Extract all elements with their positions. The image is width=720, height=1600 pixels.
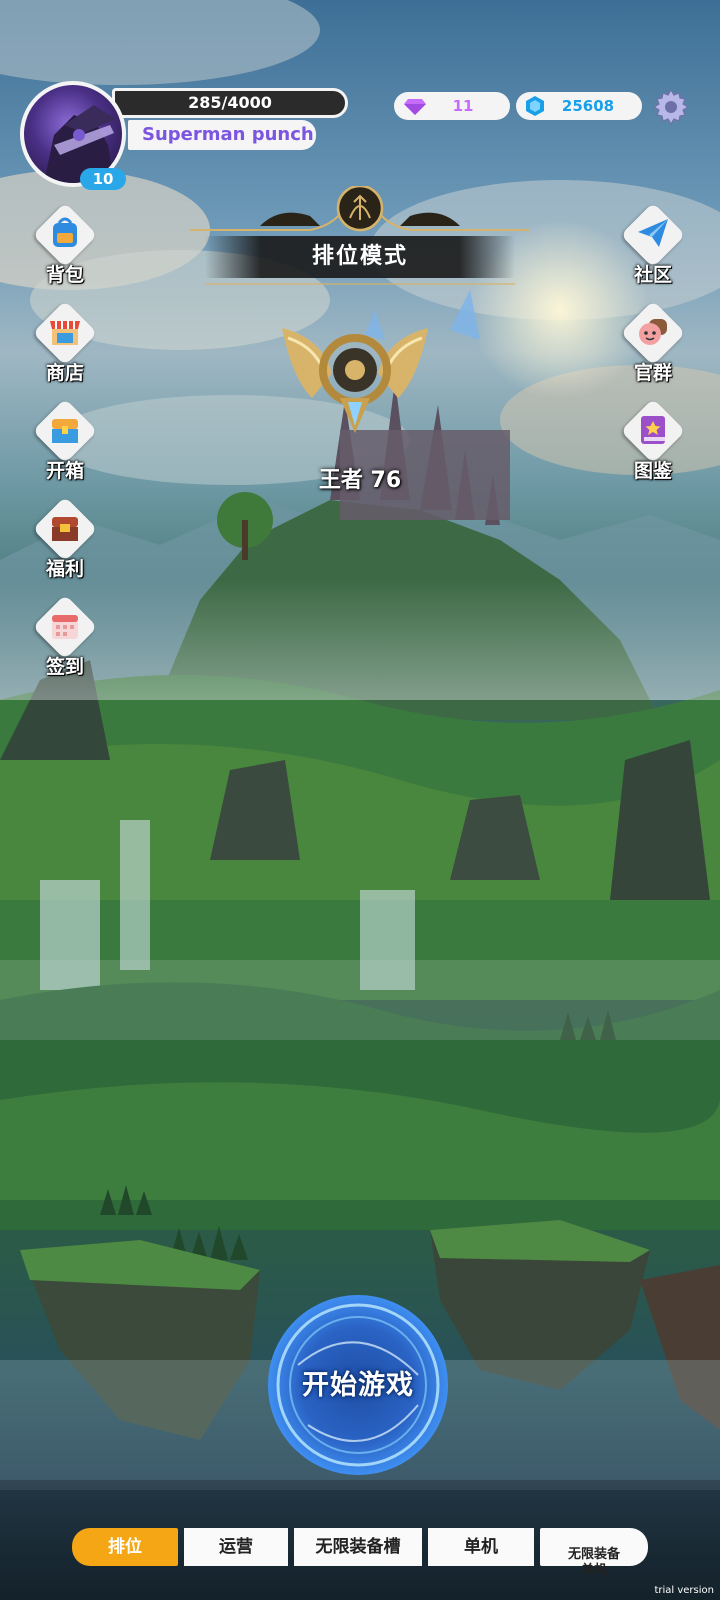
gift-chest-icon — [52, 517, 78, 541]
chest-icon — [52, 419, 78, 443]
mode-title: 排位模式 — [205, 236, 515, 278]
gem-icon — [404, 99, 426, 115]
tab-single-player-label: 单机 — [464, 1537, 498, 1557]
tab-operations[interactable]: 运营 — [184, 1528, 288, 1566]
menu-welfare-button[interactable]: 福利 — [30, 496, 100, 580]
crystal-currency[interactable]: 25608 — [516, 92, 642, 120]
crystal-count: 25608 — [561, 97, 615, 115]
shop-icon — [50, 321, 80, 345]
rank-text: 王者 76 — [318, 468, 402, 493]
player-name: Superman punch — [142, 124, 314, 145]
settings-gear-icon[interactable] — [652, 88, 690, 126]
menu-codex-button[interactable]: 图鉴 — [618, 398, 688, 482]
start-game-label: 开始游戏 — [302, 1370, 414, 1401]
gem-currency[interactable]: 11 — [394, 92, 510, 120]
menu-shop-label: 商店 — [45, 362, 84, 384]
group-icon — [639, 319, 667, 345]
menu-chest-button[interactable]: 开箱 — [30, 398, 100, 482]
menu-welfare-label: 福利 — [45, 558, 84, 580]
tab-ranked[interactable]: 排位 — [72, 1528, 178, 1566]
backpack-icon — [53, 217, 77, 247]
menu-official-group-label: 官群 — [633, 362, 672, 384]
tab-operations-label: 运营 — [219, 1537, 253, 1557]
paper-plane-icon — [638, 219, 668, 247]
book-icon — [641, 416, 665, 444]
menu-community-button[interactable]: 社区 — [618, 202, 688, 286]
player-level: 10 — [92, 170, 114, 188]
player-name-plate: Superman punch — [128, 120, 316, 150]
menu-shop-button[interactable]: 商店 — [30, 300, 100, 384]
trial-watermark: trial version — [654, 1585, 714, 1596]
start-game-button[interactable]: 开始游戏 — [268, 1295, 448, 1475]
tab-infinite-slots-label: 无限装备槽 — [315, 1537, 401, 1557]
calendar-icon — [52, 615, 78, 639]
tab-ranked-label: 排位 — [108, 1537, 142, 1557]
gem-count: 11 — [452, 97, 474, 115]
game-lobby-screen: 285/4000 Superman punch 10 11 25608 背包 商… — [0, 0, 720, 1600]
xp-progress-bar: 285/4000 — [112, 88, 348, 118]
tab-infinite-slots[interactable]: 无限装备槽 — [294, 1528, 422, 1566]
menu-checkin-button[interactable]: 签到 — [30, 594, 100, 678]
tab-single-player[interactable]: 单机 — [428, 1528, 534, 1566]
menu-codex-label: 图鉴 — [633, 460, 672, 482]
menu-backpack-button[interactable]: 背包 — [30, 202, 100, 286]
tab-infinite-single[interactable]: 无限装备 单机 — [540, 1528, 648, 1578]
xp-text: 285/4000 — [188, 93, 272, 112]
menu-chest-label: 开箱 — [45, 460, 84, 482]
menu-backpack-label: 背包 — [45, 264, 84, 286]
menu-community-label: 社区 — [633, 264, 672, 286]
menu-official-group-button[interactable]: 官群 — [618, 300, 688, 384]
player-level-badge: 10 — [80, 168, 126, 190]
crystal-icon — [526, 96, 544, 116]
rank-emblem-icon — [282, 328, 428, 433]
menu-checkin-label: 签到 — [45, 656, 84, 678]
